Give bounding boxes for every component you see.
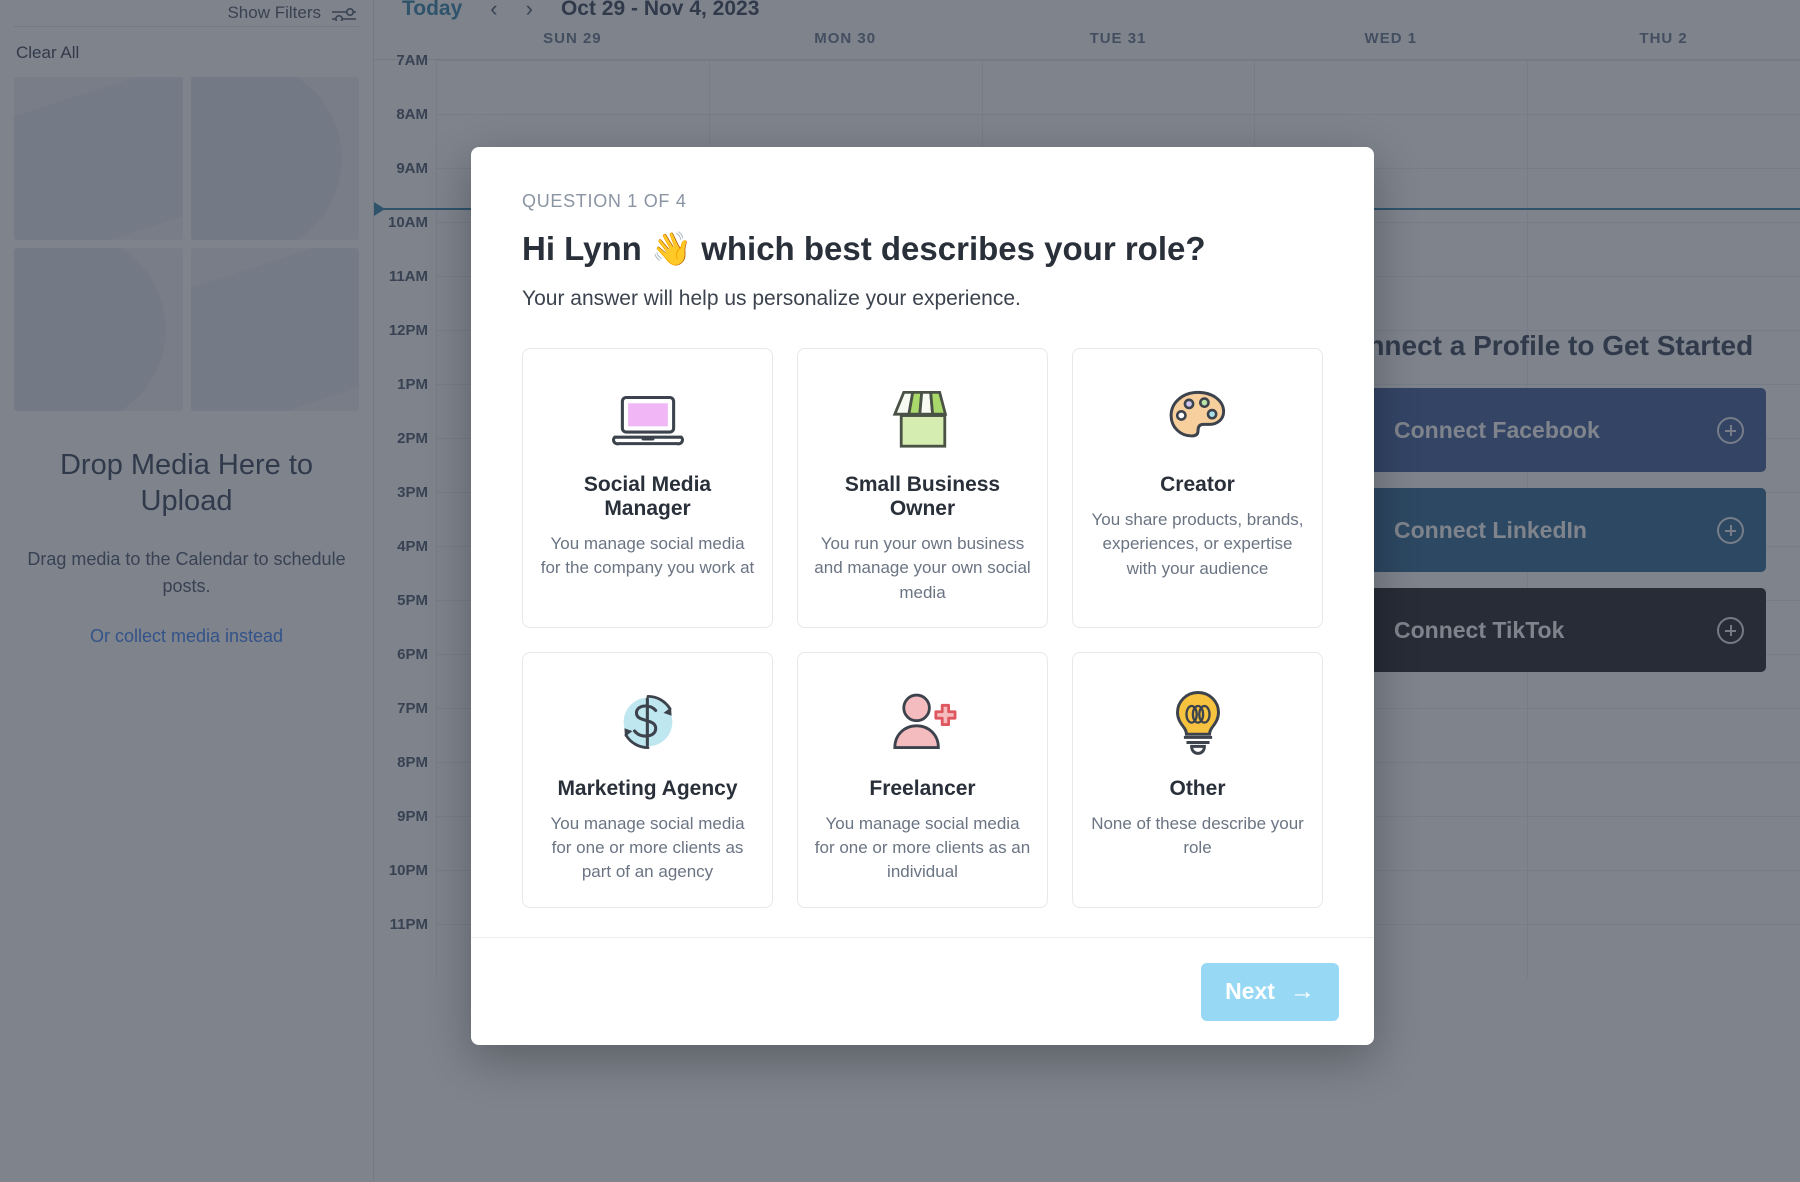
role-option-card[interactable]: Creator You share products, brands, expe… bbox=[1072, 347, 1323, 628]
role-option-description: You manage social media for one or more … bbox=[814, 813, 1031, 882]
laptop-icon bbox=[607, 377, 689, 459]
role-option-description: You manage social media for the company … bbox=[540, 533, 755, 578]
role-option-description: You run your own business and manage you… bbox=[814, 533, 1031, 602]
paint-palette-icon bbox=[1157, 377, 1239, 459]
question-title: Hi Lynn 👋 which best describes your role… bbox=[522, 230, 1206, 267]
storefront-icon bbox=[882, 377, 964, 459]
person-plus-icon bbox=[882, 681, 964, 763]
role-option-card[interactable]: Social Media Manager You manage social m… bbox=[522, 347, 773, 628]
next-button-label: Next bbox=[1225, 978, 1275, 1004]
onboarding-modal: QUESTION 1 OF 4 Hi Lynn 👋 which best des… bbox=[471, 147, 1374, 1045]
screen-root: Show Filters Clear All bbox=[0, 0, 1800, 1182]
role-option-title: Marketing Agency bbox=[557, 776, 738, 800]
question-counter: QUESTION 1 OF 4 bbox=[522, 191, 687, 211]
role-option-title: Social Media Manager bbox=[583, 472, 712, 520]
role-option-card[interactable]: Other None of these describe your role bbox=[1072, 651, 1323, 908]
role-option-grid: Social Media Manager You manage social m… bbox=[522, 347, 1323, 908]
role-option-title: Freelancer bbox=[869, 776, 976, 800]
lightbulb-icon bbox=[1157, 681, 1239, 763]
next-button[interactable]: Next → bbox=[1201, 962, 1339, 1021]
role-option-description: You share products, brands, experiences,… bbox=[1091, 509, 1304, 578]
arrow-right-icon: → bbox=[1289, 977, 1315, 1005]
role-option-card[interactable]: Freelancer You manage social media for o… bbox=[797, 651, 1048, 908]
role-option-title: Small Business Owner bbox=[844, 472, 1001, 520]
role-option-description: You manage social media for one or more … bbox=[550, 813, 745, 882]
role-option-title: Other bbox=[1169, 776, 1226, 800]
role-option-description: None of these describe your role bbox=[1091, 813, 1304, 858]
question-subtitle: Your answer will help us personalize you… bbox=[522, 286, 1021, 310]
role-option-card[interactable]: Marketing Agency You manage social media… bbox=[522, 651, 773, 908]
modal-footer: Next → bbox=[471, 937, 1374, 1045]
role-option-title: Creator bbox=[1160, 472, 1235, 496]
dollar-refresh-icon bbox=[607, 681, 689, 763]
role-option-card[interactable]: Small Business Owner You run your own bu… bbox=[797, 347, 1048, 628]
modal-body: QUESTION 1 OF 4 Hi Lynn 👋 which best des… bbox=[471, 147, 1374, 937]
